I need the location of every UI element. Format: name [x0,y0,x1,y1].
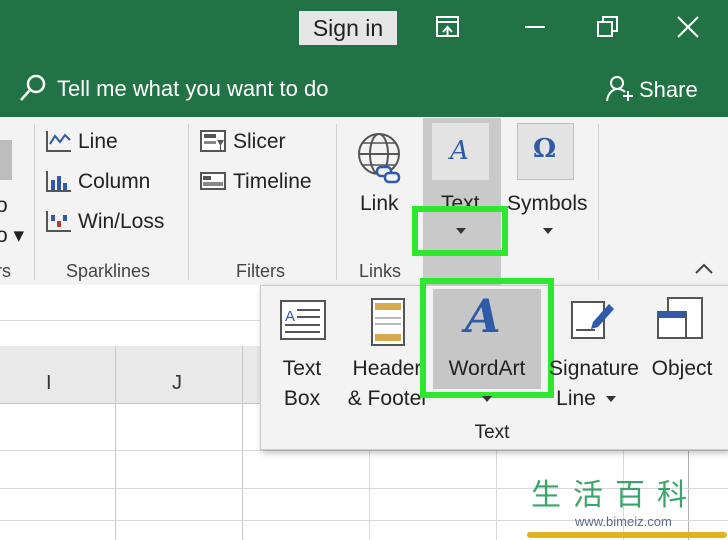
sparkline-column-icon [46,171,71,192]
svg-text:A: A [285,308,295,325]
close-icon[interactable] [677,16,699,38]
sparklines-group-label: Sparklines [66,261,151,281]
partial-text: o [0,194,8,217]
group-separator [598,124,599,280]
share-person-icon [606,76,633,102]
grid-line [115,346,116,540]
search-icon [20,74,46,101]
signature-line-label[interactable]: Signature [548,354,640,384]
collapse-ribbon-icon[interactable] [695,263,713,275]
column-header-j[interactable]: J [172,372,182,395]
watermark-stripe [527,532,727,538]
partial-text-2: o ▾ [0,224,25,247]
sparkline-winloss-button[interactable]: Win/Loss [78,210,164,234]
group-separator [336,124,337,280]
slicer-button[interactable]: Slicer [233,130,286,154]
header-footer-icon [371,298,405,346]
ribbon-display-options-icon[interactable] [436,16,460,38]
header-footer-label[interactable]: Header [344,354,430,384]
sign-in-button[interactable]: Sign in [299,11,397,45]
partial-group-label: rs [0,261,11,281]
grid-line [0,320,260,321]
link-globe-icon [358,133,401,184]
text-box-label[interactable]: Text [270,354,334,384]
links-group-label: Links [359,261,402,281]
text-a-icon: A [450,136,469,166]
timeline-button[interactable]: Timeline [233,170,312,194]
object-icon [657,297,703,339]
sparkline-line-icon [46,131,71,152]
text-panel-group-label: Text [474,422,510,443]
sparkline-winloss-icon [46,211,71,232]
column-header-i[interactable]: I [46,372,52,395]
object-label[interactable]: Object [646,354,718,384]
grid-line [242,346,243,540]
omega-icon: Ω [533,134,557,164]
wordart-highlight [420,278,554,398]
watermark-url: www.bimeiz.com [575,514,672,529]
text-box-label-line2[interactable]: Box [270,384,334,414]
partial-chart-icon [0,140,12,180]
sparkline-line-button[interactable]: Line [78,130,118,154]
chevron-down-icon[interactable] [543,228,553,234]
share-button[interactable]: Share [639,77,698,103]
grid-line [0,450,728,451]
text-box-icon: A [280,300,326,340]
sparkline-column-button[interactable]: Column [78,170,150,194]
signature-line-icon [571,301,614,339]
watermark-chars: 生活百科 [531,478,699,513]
signature-line-label-line2[interactable]: Line [548,384,604,414]
restore-icon[interactable] [597,16,619,38]
watermark: 生活百科 www.bimeiz.com [527,478,727,540]
filters-group-label: Filters [236,261,285,281]
chevron-down-icon[interactable] [606,396,616,402]
group-separator [34,124,35,280]
group-separator [188,124,189,280]
timeline-icon [200,172,226,190]
link-button[interactable]: Link [360,192,399,216]
symbols-button[interactable]: Symbols [507,192,588,216]
slicer-icon [200,130,226,152]
chevron-down-icon[interactable] [482,396,492,402]
minimize-icon[interactable] [525,26,545,28]
tell-me-search[interactable]: Tell me what you want to do [57,76,328,102]
chevron-down-icon[interactable] [456,228,466,234]
